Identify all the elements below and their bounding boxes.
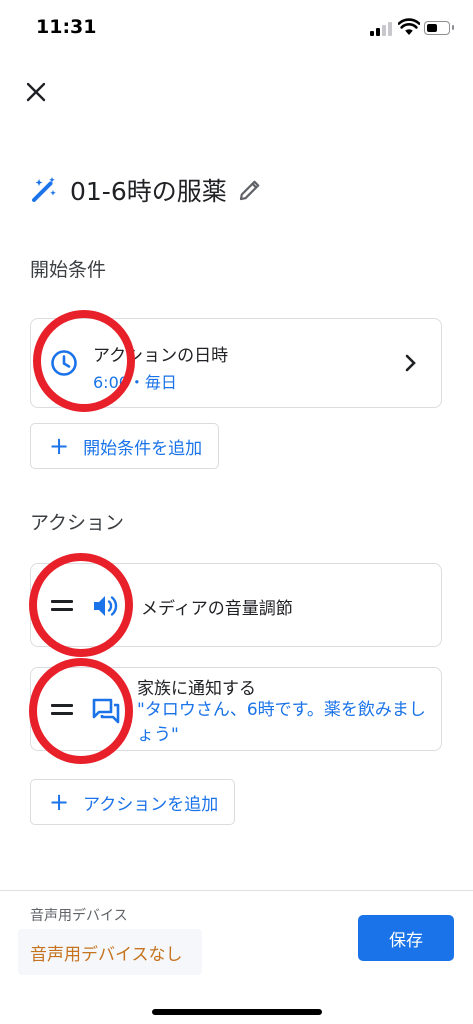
wifi-icon: [398, 18, 420, 35]
chevron-right-icon: [405, 354, 416, 372]
clock-icon: [51, 350, 77, 376]
action-title: 家族に通知する: [137, 679, 256, 699]
title-row: 01-6時の服薬: [30, 170, 263, 210]
add-action-label: アクションを追加: [83, 794, 219, 815]
action-card-media-volume[interactable]: メディアの音量調節: [30, 563, 442, 647]
action-card-family-notify[interactable]: 家族に通知する "タロウさん、6時です。薬を飲みましょう": [30, 667, 442, 751]
plus-icon: +: [49, 788, 70, 816]
plus-icon: +: [49, 432, 70, 460]
edit-pencil-icon[interactable]: [237, 177, 263, 203]
battery-icon: [424, 21, 454, 35]
add-starter-button[interactable]: + 開始条件を追加: [30, 423, 220, 469]
footer-bar: 音声用デバイス 音声用デバイスなし 保存: [0, 890, 473, 1024]
drag-handle-icon[interactable]: [51, 704, 73, 718]
cellular-signal-icon: [370, 22, 392, 36]
actions-section-label: アクション: [30, 512, 125, 534]
starters-section-label: 開始条件: [30, 259, 107, 281]
save-button[interactable]: 保存: [358, 915, 454, 961]
chat-icon: [92, 698, 120, 724]
add-action-button[interactable]: + アクションを追加: [30, 779, 236, 825]
battery-level: [427, 24, 438, 32]
page-title: 01-6時の服薬: [70, 177, 227, 206]
starter-card-datetime[interactable]: アクションの日時 6:00・毎日: [30, 318, 442, 408]
status-bar: 11:31: [0, 0, 473, 56]
home-indicator[interactable]: [152, 1009, 322, 1015]
action-title: メディアの音量調節: [141, 599, 293, 619]
status-time: 11:31: [36, 16, 97, 38]
add-starter-label: 開始条件を追加: [83, 438, 203, 459]
close-button[interactable]: [20, 76, 52, 108]
speaker-icon: [94, 596, 118, 616]
device-value: 音声用デバイスなし: [30, 944, 183, 965]
close-icon: [26, 82, 46, 102]
device-label: 音声用デバイス: [30, 908, 128, 924]
starter-schedule: 6:00・毎日: [93, 373, 177, 392]
device-selector[interactable]: 音声用デバイスなし: [18, 929, 202, 975]
starter-title: アクションの日時: [93, 346, 229, 366]
magic-wand-icon: [32, 177, 56, 202]
drag-handle-icon[interactable]: [51, 600, 73, 614]
notification-message: "タロウさん、6時です。薬を飲みましょう": [137, 700, 426, 745]
